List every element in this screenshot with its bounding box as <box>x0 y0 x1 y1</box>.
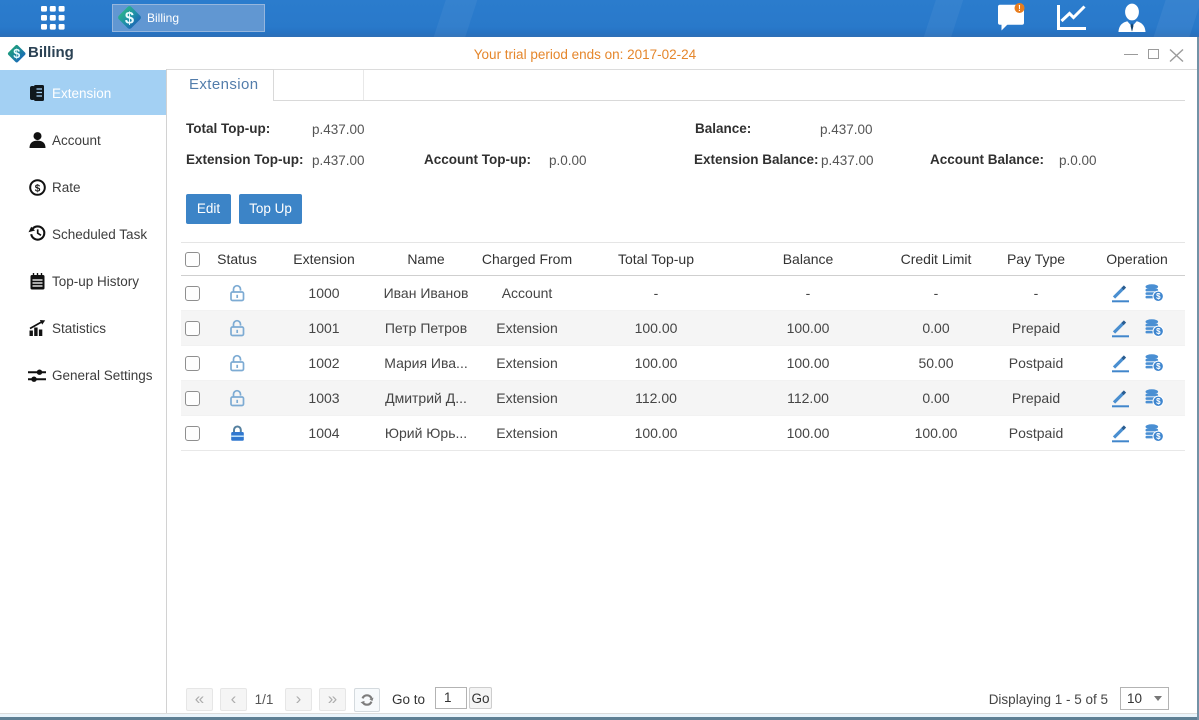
svg-text:$: $ <box>35 184 41 195</box>
svg-text:$: $ <box>125 10 134 28</box>
svg-text:$: $ <box>13 47 20 61</box>
svg-text:!: ! <box>1018 4 1021 13</box>
